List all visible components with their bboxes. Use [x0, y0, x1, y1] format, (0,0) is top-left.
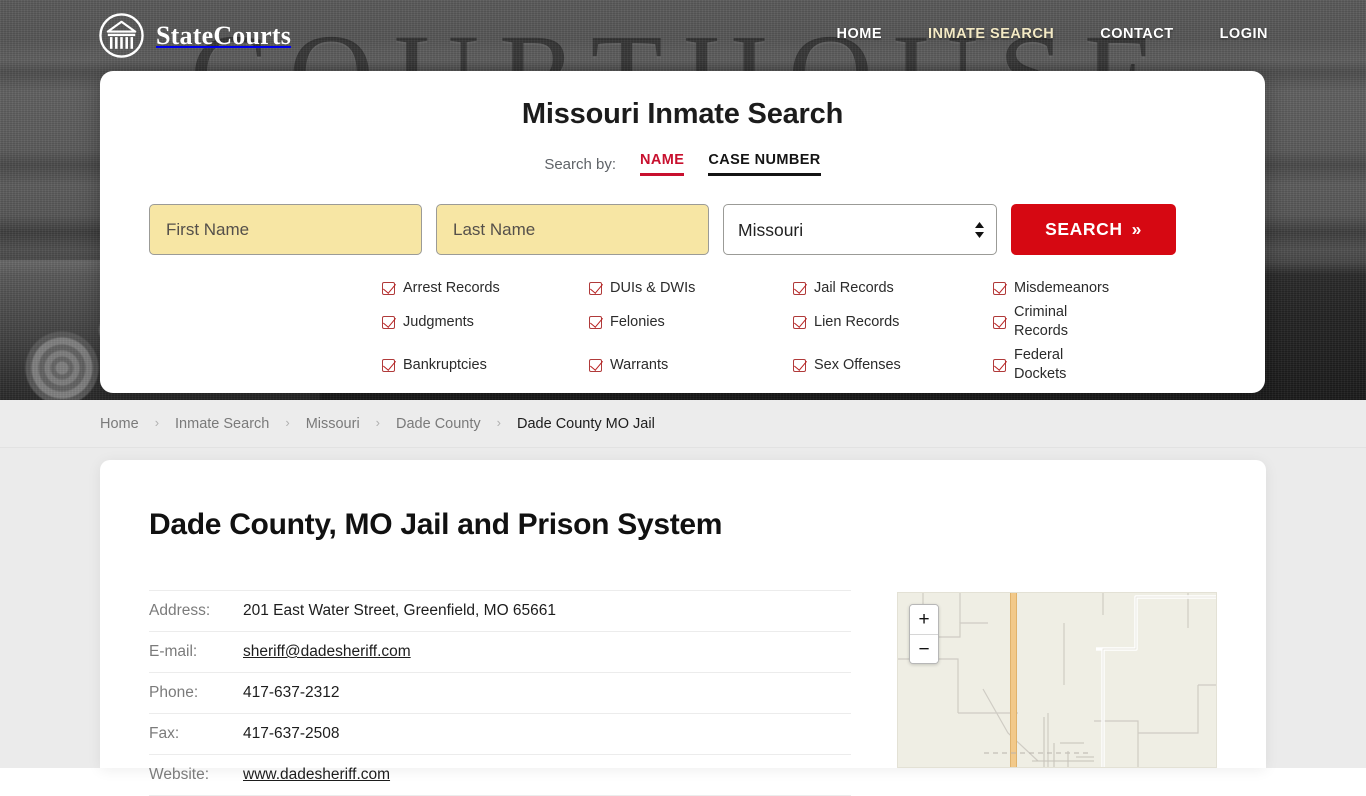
record-type-item[interactable]: Arrest Records [382, 279, 589, 298]
record-type-label: Misdemeanors [1014, 280, 1110, 296]
checkbox-checked-icon[interactable] [993, 358, 1006, 372]
record-type-label: Bankruptcies [403, 356, 487, 373]
breadcrumb-separator-icon: › [375, 415, 381, 430]
tab-search-by-name[interactable]: NAME [640, 152, 685, 176]
nav-item-contact[interactable]: CONTACT [1100, 26, 1173, 42]
record-type-label: DUIs & DWIs [610, 280, 696, 296]
record-type-item[interactable]: Bankruptcies [382, 346, 589, 384]
row-value-phone: 417-637-2312 [243, 672, 851, 714]
courthouse-logo-icon [99, 13, 144, 58]
record-type-label: Lien Records [814, 313, 900, 330]
record-type-item[interactable]: Judgments [382, 303, 589, 341]
row-value-email: sheriff@dadesheriff.com [243, 631, 851, 673]
checkbox-checked-icon[interactable] [793, 315, 806, 329]
breadcrumb-separator-icon: › [154, 415, 160, 430]
checkbox-checked-icon[interactable] [382, 358, 395, 372]
row-label: Address: [149, 590, 243, 632]
checkbox-checked-icon[interactable] [382, 282, 395, 295]
breadcrumb-item-dade-county[interactable]: Dade County [396, 416, 481, 432]
checkbox-checked-icon[interactable] [589, 315, 602, 329]
facility-detail-card: Dade County, MO Jail and Prison System A… [100, 460, 1266, 796]
record-type-item[interactable]: Jail Records [793, 279, 993, 298]
search-form: Missouri SEARCH » [100, 204, 1265, 255]
table-row: Address: 201 East Water Street, Greenfie… [149, 590, 851, 632]
record-type-item[interactable]: Warrants [589, 346, 793, 384]
top-navigation: HOME INMATE SEARCH CONTACT LOGIN [837, 26, 1269, 42]
table-row: Website: www.dadesheriff.com [149, 754, 851, 796]
checkbox-checked-icon[interactable] [993, 315, 1006, 329]
table-row: E-mail: sheriff@dadesheriff.com [149, 631, 851, 673]
row-label: Phone: [149, 672, 243, 714]
checkbox-checked-icon[interactable] [589, 358, 602, 372]
record-type-label: Warrants [610, 356, 669, 373]
search-by-row: Search by: NAME CASE NUMBER [100, 152, 1265, 176]
row-label: E-mail: [149, 631, 243, 673]
search-button[interactable]: SEARCH » [1011, 204, 1176, 255]
search-panel-title: Missouri Inmate Search [521, 98, 844, 130]
breadcrumb-separator-icon: › [285, 415, 290, 430]
hero-banner: COURTHOUSE StateCourts HOME INMATE SEARC… [0, 0, 1366, 400]
record-type-label: Judgments [403, 313, 474, 330]
record-type-label: Felonies [610, 313, 665, 330]
email-link[interactable]: sheriff@dadesheriff.com [243, 643, 411, 660]
facility-info-table: Address: 201 East Water Street, Greenfie… [149, 590, 851, 796]
record-types-list: Arrest Records DUIs & DWIs Jail Records … [100, 279, 1265, 384]
search-button-label: SEARCH [1045, 219, 1123, 239]
row-value-address: 201 East Water Street, Greenfield, MO 65… [243, 590, 851, 632]
record-type-item[interactable]: Federal Dockets [993, 346, 1115, 384]
record-type-item[interactable]: Felonies [589, 303, 793, 341]
record-type-label: Jail Records [814, 280, 894, 296]
checkbox-checked-icon[interactable] [589, 282, 602, 295]
row-label: Website: [149, 754, 243, 796]
map-tiles [898, 593, 1216, 767]
nav-item-inmate-search[interactable]: INMATE SEARCH [928, 26, 1054, 42]
map-zoom-in-button[interactable]: + [910, 605, 938, 634]
first-name-input[interactable] [149, 204, 422, 255]
inmate-search-panel: Missouri Inmate Search Search by: NAME C… [100, 71, 1265, 393]
page-title: Dade County, MO Jail and Prison System [149, 508, 723, 541]
record-type-label: Arrest Records [403, 280, 500, 296]
record-type-item[interactable]: Criminal Records [993, 303, 1115, 341]
breadcrumb-item-missouri[interactable]: Missouri [306, 416, 360, 432]
nav-item-login[interactable]: LOGIN [1220, 26, 1268, 42]
website-link[interactable]: www.dadesheriff.com [243, 766, 390, 783]
breadcrumb-separator-icon: › [496, 415, 501, 430]
breadcrumb: Home › Inmate Search › Missouri › Dade C… [0, 400, 1366, 448]
table-row: Fax: 417-637-2508 [149, 713, 851, 755]
record-type-label: Federal Dockets [1014, 347, 1067, 382]
checkbox-checked-icon[interactable] [793, 358, 806, 372]
brand-name: StateCourts [156, 20, 292, 50]
brand-logo[interactable]: StateCourts [98, 12, 291, 59]
record-type-item[interactable]: Misdemeanors [993, 279, 1115, 298]
tab-search-by-case-number[interactable]: CASE NUMBER [708, 152, 821, 176]
row-value-fax: 417-637-2508 [243, 713, 851, 755]
checkbox-checked-icon[interactable] [382, 315, 395, 329]
map-zoom-out-button[interactable]: − [910, 634, 938, 663]
record-type-item[interactable]: DUIs & DWIs [589, 279, 793, 298]
chevron-double-right-icon: » [1131, 219, 1142, 239]
checkbox-checked-icon[interactable] [793, 282, 806, 295]
state-select-wrapper: Missouri [723, 204, 997, 255]
state-select[interactable]: Missouri [723, 204, 997, 255]
table-row: Phone: 417-637-2312 [149, 672, 851, 714]
record-type-label: Sex Offenses [814, 356, 901, 373]
breadcrumb-item-current: Dade County MO Jail [517, 415, 655, 432]
checkbox-checked-icon[interactable] [993, 282, 1006, 295]
nav-item-home[interactable]: HOME [837, 26, 883, 42]
row-label: Fax: [149, 713, 243, 755]
record-type-item[interactable]: Sex Offenses [793, 346, 993, 384]
breadcrumb-item-inmate-search[interactable]: Inmate Search [175, 416, 269, 432]
record-type-label: Criminal Records [1014, 304, 1068, 339]
location-map[interactable]: + − [897, 592, 1217, 768]
row-value-website: www.dadesheriff.com [243, 754, 851, 796]
search-by-label: Search by: [544, 156, 617, 173]
last-name-input[interactable] [436, 204, 709, 255]
map-zoom-controls: + − [909, 604, 939, 664]
record-type-item[interactable]: Lien Records [793, 303, 993, 341]
breadcrumb-item-home[interactable]: Home [100, 416, 139, 432]
